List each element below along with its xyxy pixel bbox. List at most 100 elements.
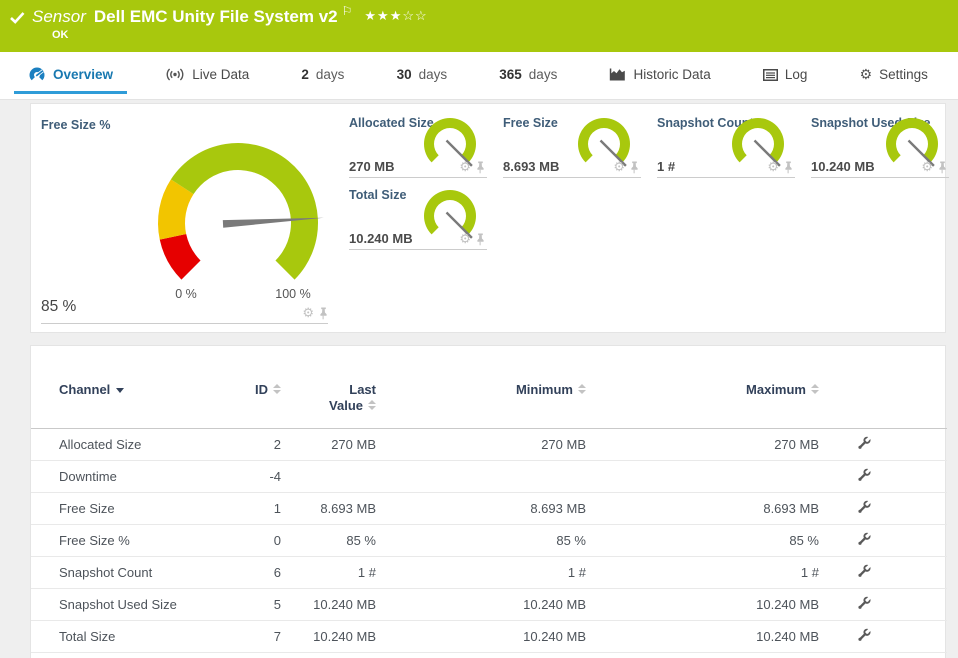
channel-name[interactable]: Snapshot Count — [31, 557, 231, 589]
pin-icon[interactable] — [318, 307, 328, 320]
channel-minimum: 1 # — [376, 557, 586, 589]
pin-icon[interactable] — [629, 161, 639, 174]
pin-icon[interactable] — [475, 161, 485, 174]
gauge-icon — [28, 66, 46, 83]
main-gauge-title[interactable]: Free Size % — [41, 118, 110, 132]
sensor-kind-label: Sensor — [32, 7, 86, 27]
tab-historic-data[interactable]: Historic Data — [609, 52, 710, 99]
channel-name[interactable]: Snapshot Used Size — [31, 589, 231, 621]
small-gauge-title[interactable]: Free Size — [503, 116, 558, 130]
settings-gear-icon: ⚙ — [860, 66, 873, 83]
tab-2-days[interactable]: 2 days — [301, 52, 344, 99]
sort-icon — [811, 384, 819, 394]
channel-id: 7 — [231, 621, 281, 653]
channel-last-value: 10.240 MB — [281, 621, 376, 653]
channel-settings-wrench-icon[interactable] — [857, 628, 871, 642]
col-header-maximum[interactable]: Maximum — [586, 346, 819, 429]
tab-365-days[interactable]: 365 days — [499, 52, 557, 99]
channel-name[interactable]: Free Size — [31, 493, 231, 525]
tab-30-days[interactable]: 30 days — [397, 52, 448, 99]
sensor-header: Sensor Dell EMC Unity File System v2 ⚐ ★… — [0, 0, 958, 52]
table-row: Snapshot Used Size 5 10.240 MB 10.240 MB… — [31, 589, 947, 621]
channel-id: 6 — [231, 557, 281, 589]
channel-maximum — [586, 461, 819, 493]
channel-settings-wrench-icon[interactable] — [857, 500, 871, 514]
spacer — [909, 589, 947, 621]
pin-icon[interactable] — [937, 161, 947, 174]
channel-settings-wrench-icon[interactable] — [857, 436, 871, 450]
spacer — [909, 461, 947, 493]
sensor-title: Dell EMC Unity File System v2 — [94, 7, 338, 27]
small-gauge-value: 1 # — [657, 159, 675, 174]
channel-last-value: 10.240 MB — [281, 589, 376, 621]
small-gauge-title[interactable]: Total Size — [349, 188, 406, 202]
status-badge: OK — [52, 29, 69, 41]
tab-overview[interactable]: Overview — [28, 52, 113, 99]
gauge-max-label: 100 % — [263, 287, 323, 301]
channel-last-value — [281, 461, 376, 493]
channel-minimum — [376, 461, 586, 493]
channel-maximum: 10.240 MB — [586, 621, 819, 653]
free-size-gauge — [150, 135, 326, 311]
pin-icon[interactable] — [783, 161, 793, 174]
table-row: Allocated Size 2 270 MB 270 MB 270 MB — [31, 429, 947, 461]
channel-settings-wrench-icon[interactable] — [857, 532, 871, 546]
historic-chart-icon — [609, 68, 626, 81]
ok-check-icon — [10, 12, 25, 24]
sort-icon — [368, 400, 376, 410]
channel-id: 5 — [231, 589, 281, 621]
small-gauge-free-size: Free Size 8.693 MB ⚙ — [503, 114, 641, 178]
col-header-last-value[interactable]: LastValue — [281, 346, 376, 429]
sort-icon — [578, 384, 586, 394]
pin-icon[interactable] — [475, 233, 485, 246]
small-gauge-value: 10.240 MB — [349, 231, 413, 246]
main-gauge-widget: Free Size % 0 % 100 % 85 % ⚙ — [31, 104, 338, 334]
tab-bar: Overview Live Data 2 days 30 days 365 da… — [0, 52, 958, 100]
channel-name[interactable]: Free Size % — [31, 525, 231, 557]
flag-icon[interactable]: ⚐ — [342, 4, 353, 18]
channel-last-value: 8.693 MB — [281, 493, 376, 525]
channel-settings-wrench-icon[interactable] — [857, 596, 871, 610]
channel-maximum: 270 MB — [586, 429, 819, 461]
spacer — [909, 557, 947, 589]
channel-last-value: 85 % — [281, 525, 376, 557]
gauge-min-label: 0 % — [156, 287, 216, 301]
divider — [41, 323, 328, 324]
small-gauge-value: 10.240 MB — [811, 159, 875, 174]
table-row: Free Size % 0 85 % 85 % 85 % — [31, 525, 947, 557]
channel-id: 2 — [231, 429, 281, 461]
live-data-icon — [165, 68, 185, 81]
col-header-channel[interactable]: Channel — [31, 346, 231, 429]
small-gauge-total-size: Total Size 10.240 MB ⚙ — [349, 186, 487, 250]
channel-id: -4 — [231, 461, 281, 493]
gauge-gear-icon[interactable]: ⚙ — [459, 159, 471, 175]
channel-settings-wrench-icon[interactable] — [857, 564, 871, 578]
gauge-gear-icon[interactable]: ⚙ — [613, 159, 625, 175]
spacer — [909, 525, 947, 557]
col-header-settings — [819, 346, 909, 429]
channel-minimum: 85 % — [376, 525, 586, 557]
tab-live-data[interactable]: Live Data — [165, 52, 249, 99]
channel-minimum: 8.693 MB — [376, 493, 586, 525]
channel-maximum: 1 # — [586, 557, 819, 589]
col-header-minimum[interactable]: Minimum — [376, 346, 586, 429]
channel-id: 1 — [231, 493, 281, 525]
small-gauge-snapshot-count: Snapshot Count 1 # ⚙ — [657, 114, 795, 178]
tab-settings[interactable]: ⚙ Settings — [860, 52, 928, 99]
col-header-id[interactable]: ID — [231, 346, 281, 429]
gauge-gear-icon[interactable]: ⚙ — [767, 159, 779, 175]
gauge-gear-icon[interactable]: ⚙ — [921, 159, 933, 175]
gauge-gear-icon[interactable]: ⚙ — [459, 231, 471, 247]
sort-icon — [273, 384, 281, 394]
col-header-spacer — [909, 346, 947, 429]
channel-table: Channel ID LastValue Minimum Maximum All… — [31, 346, 947, 653]
gauge-gear-icon[interactable]: ⚙ — [302, 305, 314, 321]
small-gauge-allocated-size: Allocated Size 270 MB ⚙ — [349, 114, 487, 178]
priority-stars[interactable]: ★★★☆☆ — [364, 8, 427, 24]
channel-settings-wrench-icon[interactable] — [857, 468, 871, 482]
channel-maximum: 8.693 MB — [586, 493, 819, 525]
channel-name[interactable]: Total Size — [31, 621, 231, 653]
tab-log[interactable]: Log — [763, 52, 808, 99]
channel-name[interactable]: Allocated Size — [31, 429, 231, 461]
channel-name[interactable]: Downtime — [31, 461, 231, 493]
